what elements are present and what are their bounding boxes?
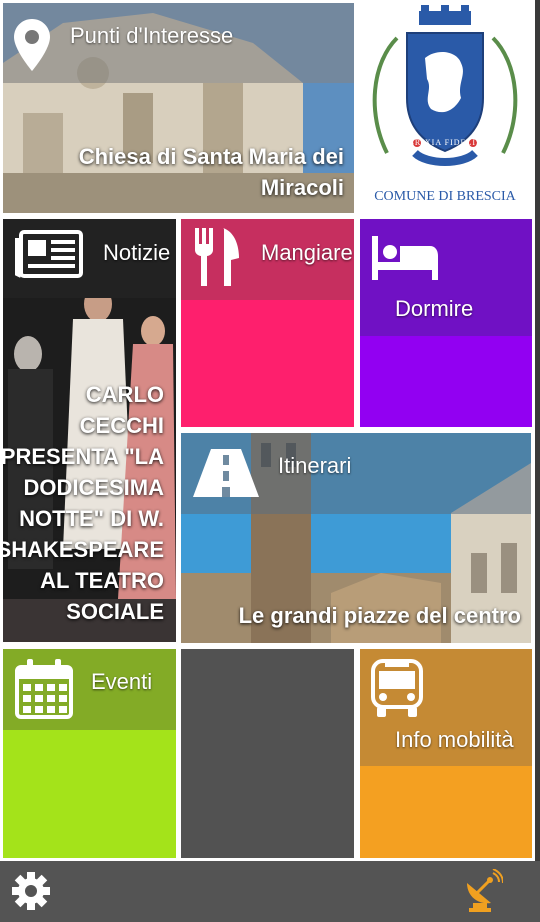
poi-tile[interactable]: Punti d'Interesse Chiesa di Santa Maria … xyxy=(3,3,354,213)
logo-motto: BRIXIA FIDELIS xyxy=(408,138,482,147)
news-caption-line: SOCIALE xyxy=(66,599,164,624)
news-title: Notizie xyxy=(103,240,171,265)
poi-caption-line1: Chiesa di Santa Maria dei xyxy=(78,144,344,169)
eat-tile[interactable]: Mangiare xyxy=(181,219,354,427)
eat-title: Mangiare xyxy=(261,240,353,265)
poi-caption-line2: Miracoli xyxy=(260,175,344,200)
news-caption-line: CECCHI xyxy=(79,413,164,438)
news-caption: CARLO CECCHI PRESENTA "LA DODICESIMA NOT… xyxy=(3,379,164,627)
empty-tile xyxy=(181,649,354,858)
bottom-bar xyxy=(0,861,540,922)
road-icon xyxy=(193,449,259,497)
logo-text: COMUNE DI BRESCIA xyxy=(374,189,516,204)
map-pin-icon xyxy=(14,19,50,71)
news-caption-line: CARLO xyxy=(85,382,164,407)
sleep-tile[interactable]: Dormire xyxy=(360,219,532,427)
poi-caption: Chiesa di Santa Maria dei Miracoli xyxy=(79,141,344,203)
routes-caption: Le grandi piazze del centro xyxy=(238,603,521,628)
news-tile[interactable]: Notizie CARLO CECCHI PRESENTA "LA DODICE… xyxy=(3,219,176,642)
comune-logo-tile[interactable]: BRIXIA FIDELIS COMUNE DI BRESCIA xyxy=(357,3,533,213)
right-edge-strip xyxy=(535,0,540,861)
events-tile[interactable]: Eventi xyxy=(3,649,176,858)
mobility-tile[interactable]: Info mobilità xyxy=(360,649,532,858)
gear-icon[interactable] xyxy=(11,871,51,911)
mobility-title: Info mobilità xyxy=(395,727,514,752)
bus-icon xyxy=(371,659,423,717)
news-caption-line: SHAKESPEARE xyxy=(3,537,164,562)
calendar-icon xyxy=(15,659,73,719)
news-caption-line: NOTTE" DI W. xyxy=(19,506,164,531)
fork-knife-icon xyxy=(195,228,239,286)
sleep-title: Dormire xyxy=(395,296,474,321)
brescia-coat-of-arms-logo xyxy=(372,5,518,166)
news-caption-line: AL TEATRO xyxy=(40,568,164,593)
events-title: Eventi xyxy=(91,669,153,694)
routes-tile[interactable]: Itinerari Le grandi piazze del centro xyxy=(181,433,531,643)
news-caption-line: PRESENTA "LA xyxy=(3,444,164,469)
satellite-dish-icon[interactable] xyxy=(463,869,503,913)
newspaper-icon xyxy=(15,230,83,278)
routes-title: Itinerari xyxy=(278,453,352,478)
news-caption-line: DODICESIMA xyxy=(23,475,164,500)
bed-icon xyxy=(372,236,438,280)
poi-title: Punti d'Interesse xyxy=(70,23,234,48)
